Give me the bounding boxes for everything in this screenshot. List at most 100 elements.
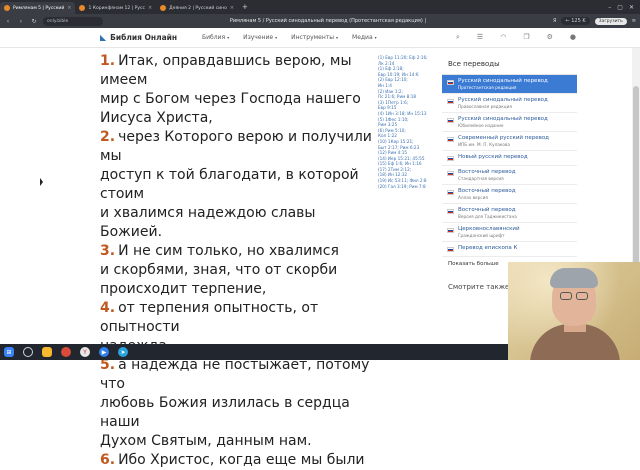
site-logo[interactable]: ◣ Библия Онлайн xyxy=(100,33,177,42)
media-icon[interactable]: ▶ xyxy=(99,347,109,357)
russian-flag-icon xyxy=(447,80,454,85)
verse[interactable]: 1. Итак, оправдавшись верою, мы имеем мир… xyxy=(100,52,372,128)
translation-edition: Гражданский шрифт xyxy=(458,233,505,238)
translation-name: Восточный перевод xyxy=(458,207,516,213)
main-menu: Библия ▾ Изучение ▾ Инструменты ▾ Медиа ▾ xyxy=(202,34,377,41)
translation-item[interactable]: Восточный перевод Стандартная версия xyxy=(442,166,577,185)
translation-item[interactable]: Восточный перевод Версия для Таджикистана xyxy=(442,204,577,223)
site-favicon-icon xyxy=(79,5,86,11)
russian-flag-icon xyxy=(447,247,454,252)
translation-name: Восточный перевод xyxy=(458,188,516,194)
user-icon[interactable]: ● xyxy=(570,33,576,42)
translations-sidebar: Все переводы Русский синодальный перевод… xyxy=(442,56,577,291)
site-favicon-icon xyxy=(160,5,167,11)
back-icon[interactable]: ‹ xyxy=(4,18,12,25)
tab-label: Деяния 2 | Русский сино xyxy=(169,5,227,11)
verse-number[interactable]: 1. xyxy=(100,53,115,69)
headphones-icon[interactable]: ◠ xyxy=(500,33,506,42)
browser-tab[interactable]: Деяния 2 | Русский сино × xyxy=(156,2,238,14)
address-bar: ‹ › ↻ only.bible Римлянам 5 / Русский си… xyxy=(0,14,640,28)
yandex-icon[interactable]: Y xyxy=(80,347,90,357)
page-title: Римлянам 5 / Русский синодальный перевод… xyxy=(229,18,427,24)
translation-item[interactable]: Русский синодальный перевод Православная … xyxy=(442,94,577,113)
close-window-icon[interactable]: ✕ xyxy=(629,4,634,11)
verse-number[interactable]: 3. xyxy=(100,243,115,259)
verse-number[interactable]: 6. xyxy=(100,452,115,468)
russian-flag-icon xyxy=(447,137,454,142)
browser-tab[interactable]: Римлянам 5 | Русский × xyxy=(0,2,76,14)
verse[interactable]: 6. Ибо Христос, когда еще мы были xyxy=(100,451,372,470)
reload-icon[interactable]: ↻ xyxy=(30,18,38,25)
translation-item[interactable]: Церковнославянский Гражданский шрифт xyxy=(442,223,577,242)
webcam-overlay xyxy=(508,262,640,360)
logo-text: Библия Онлайн xyxy=(110,33,178,42)
menu-item-bible[interactable]: Библия ▾ xyxy=(202,34,229,41)
translation-item[interactable]: Русский синодальный перевод Юбилейное изд… xyxy=(442,113,577,132)
verse[interactable]: 2. через Которого верою и получили мы дос… xyxy=(100,128,372,242)
search-icon[interactable] xyxy=(23,347,33,357)
verse[interactable]: 5. а надежда не постыжает, потому что люб… xyxy=(100,356,372,451)
translation-name: Русский синодальный перевод xyxy=(458,78,548,84)
verse-text: 1. Итак, оправдавшись верою, мы имеем мир… xyxy=(100,52,372,470)
browser-tab[interactable]: 1 Коринфянам 12 | Русс × xyxy=(75,2,156,14)
counter-badge[interactable]: ← 125 K xyxy=(561,17,590,25)
russian-flag-icon xyxy=(447,228,454,233)
close-tab-icon[interactable]: × xyxy=(230,5,234,11)
translation-edition: Юбилейное издание xyxy=(458,123,504,128)
cross-references: (1) Евр 11:20; Еф 2:16; Лк 2:14 (1) Еф 2:1… xyxy=(378,55,438,189)
site-header: ◣ Библия Онлайн Библия ▾ Изучение ▾ Инстру… xyxy=(0,28,640,48)
sidebar-title: Все переводы xyxy=(442,56,577,75)
close-tab-icon[interactable]: × xyxy=(148,5,152,11)
russian-flag-icon xyxy=(447,209,454,214)
download-button[interactable]: Загрузить xyxy=(594,17,627,25)
tab-label: Римлянам 5 | Русский xyxy=(13,5,65,11)
translation-edition: Православная редакция xyxy=(458,104,512,109)
close-tab-icon[interactable]: × xyxy=(67,5,71,11)
translation-edition: ИПБ им. М. П. Кулакова xyxy=(458,142,510,147)
menu-item-study[interactable]: Изучение ▾ xyxy=(243,34,277,41)
explorer-icon[interactable] xyxy=(42,347,52,357)
menu-icon[interactable]: ≡ xyxy=(632,18,636,24)
chrome-icon[interactable] xyxy=(61,347,71,357)
translation-name: Русский синодальный перевод xyxy=(458,97,548,103)
forward-icon[interactable]: › xyxy=(17,18,25,25)
russian-flag-icon xyxy=(447,156,454,161)
translation-item[interactable]: Перевод епископа К xyxy=(442,242,577,257)
translation-name: Русский синодальный перевод xyxy=(458,116,548,122)
translation-item[interactable]: Восточный перевод Аллах версия xyxy=(442,185,577,204)
translation-edition: Стандартная версия xyxy=(458,176,504,181)
menu-item-tools[interactable]: Инструменты ▾ xyxy=(291,34,338,41)
russian-flag-icon xyxy=(447,171,454,176)
translation-name: Восточный перевод xyxy=(458,169,516,175)
copy-icon[interactable]: ❐ xyxy=(523,33,529,42)
verse-number[interactable]: 2. xyxy=(100,129,115,145)
translation-name: Новый русский перевод xyxy=(458,154,528,160)
url-field[interactable]: only.bible xyxy=(43,16,103,26)
russian-flag-icon xyxy=(447,190,454,195)
new-tab-button[interactable]: + xyxy=(238,3,252,11)
browser-tab-bar: Римлянам 5 | Русский × 1 Коринфянам 12 | … xyxy=(0,0,640,14)
translation-item[interactable]: Современный русский перевод ИПБ им. М. П.… xyxy=(442,132,577,151)
telegram-icon[interactable]: ➤ xyxy=(118,347,128,357)
search-icon[interactable]: ⌕ xyxy=(456,33,460,42)
verse[interactable]: 3. И не сим только, но хвалимся и скорбям… xyxy=(100,242,372,299)
site-favicon-icon xyxy=(4,5,10,11)
verse-number[interactable]: 4. xyxy=(100,300,115,316)
lang-indicator[interactable]: Я xyxy=(553,18,556,24)
menu-item-media[interactable]: Медиа ▾ xyxy=(352,34,377,41)
translation-edition: Протестантская редакция xyxy=(458,85,517,90)
settings-icon[interactable]: ⚙ xyxy=(547,33,553,42)
translation-name: Перевод епископа К xyxy=(458,245,518,251)
maximize-icon[interactable]: ▢ xyxy=(617,4,623,11)
cross-ref-link[interactable]: (20) Гал 3:19; Рим 7:8 xyxy=(378,184,438,190)
list-icon[interactable]: ☰ xyxy=(477,33,483,42)
translation-item[interactable]: Русский синодальный перевод Протестантска… xyxy=(442,75,577,94)
windows-icon[interactable]: ⊞ xyxy=(4,347,14,357)
russian-flag-icon xyxy=(447,118,454,123)
translation-edition: Аллах версия xyxy=(458,195,488,200)
translation-item[interactable]: Новый русский перевод xyxy=(442,151,577,166)
mouse-cursor-icon xyxy=(40,178,43,186)
minimize-icon[interactable]: – xyxy=(608,4,611,11)
tab-label: 1 Коринфянам 12 | Русс xyxy=(88,5,145,11)
translation-name: Церковнославянский xyxy=(458,226,520,232)
